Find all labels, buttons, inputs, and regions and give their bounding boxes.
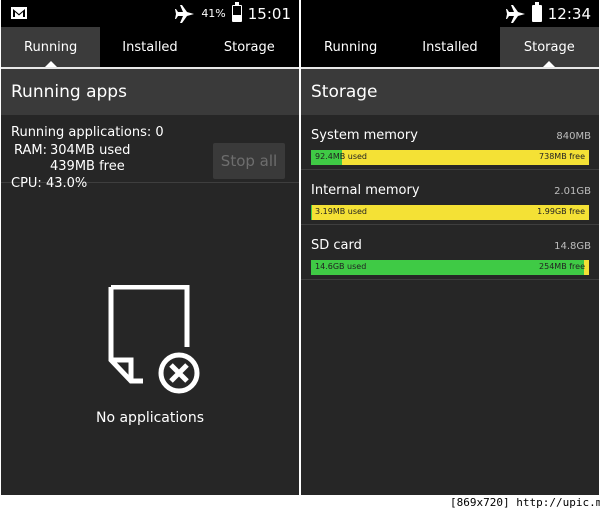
tab-label: Running (324, 39, 378, 55)
status-bar: 41% 15:01 (1, 0, 299, 27)
watermark: [869x720] http://upic.me/ (450, 496, 600, 509)
empty-state: No applications (1, 200, 299, 495)
tab-running[interactable]: Running (301, 27, 400, 67)
status-icons: 12:34 (505, 0, 591, 27)
storage-item-system-memory[interactable]: System memory 840MB 92.4MB used 738MB fr… (301, 115, 599, 170)
tab-label: Installed (422, 39, 478, 55)
tab-storage[interactable]: Storage (200, 27, 299, 67)
tab-label: Storage (523, 39, 575, 55)
storage-usage-bar: 3.19MB used 1.99GB free (311, 205, 589, 220)
storage-free: 254MB free (539, 262, 585, 271)
storage-total: 2.01GB (554, 186, 591, 197)
storage-free: 1.99GB free (537, 207, 585, 216)
ram-free: 439MB free (50, 159, 125, 174)
tab-label: Running (24, 39, 78, 55)
tab-label: Installed (122, 39, 178, 55)
clock: 12:34 (547, 4, 591, 23)
storage-used: 14.6GB used (315, 262, 367, 271)
storage-usage-bar: 14.6GB used 254MB free (311, 260, 589, 275)
right-phone-screen: 12:34 Running Installed Storage Storage … (301, 0, 599, 495)
airplane-mode-icon (505, 4, 525, 23)
storage-total: 14.8GB (554, 241, 591, 252)
battery-percent: 41% (201, 7, 226, 20)
empty-message: No applications (95, 410, 204, 426)
running-apps-info: Running applications: 0 RAM: 304MB used … (1, 115, 299, 191)
tab-bar: Running Installed Storage (1, 27, 299, 67)
storage-name: SD card (311, 238, 362, 253)
tab-storage[interactable]: Storage (499, 27, 599, 67)
battery-icon (531, 2, 542, 22)
tab-label: Storage (223, 39, 275, 55)
battery-icon (231, 2, 242, 22)
status-bar: 12:34 (301, 0, 599, 27)
airplane-mode-icon (175, 4, 195, 23)
storage-used: 92.4MB used (315, 152, 367, 161)
status-icons: 41% 15:01 (175, 0, 291, 27)
left-phone-screen: 41% 15:01 Running Installed Storage Runn… (1, 0, 299, 495)
storage-name: System memory (311, 128, 418, 143)
storage-total: 840MB (556, 131, 591, 142)
storage-used: 3.19MB used (315, 207, 367, 216)
tab-bar: Running Installed Storage (301, 27, 599, 67)
storage-item-internal-memory[interactable]: Internal memory 2.01GB 3.19MB used 1.99G… (301, 170, 599, 225)
storage-name: Internal memory (311, 183, 420, 198)
ram-used: 304MB used (50, 143, 131, 158)
storage-item-sd-card[interactable]: SD card 14.8GB 14.6GB used 254MB free (301, 225, 599, 280)
screenshot-root: 41% 15:01 Running Installed Storage Runn… (0, 0, 600, 515)
clock: 15:01 (247, 4, 291, 23)
tab-installed[interactable]: Installed (400, 27, 499, 67)
running-applications-count: Running applications: 0 (11, 125, 164, 140)
ram-label: RAM: (14, 143, 47, 158)
cpu-usage: CPU: 43.0% (11, 176, 88, 191)
tab-running[interactable]: Running (1, 27, 101, 67)
storage-free: 738MB free (539, 152, 585, 161)
tab-installed[interactable]: Installed (100, 27, 199, 67)
no-applications-icon (108, 285, 200, 394)
gmail-icon (11, 7, 27, 19)
section-title: Running apps (1, 69, 299, 115)
stop-all-button[interactable]: Stop all (213, 143, 285, 179)
section-title: Storage (301, 69, 599, 115)
storage-usage-bar: 92.4MB used 738MB free (311, 150, 589, 165)
